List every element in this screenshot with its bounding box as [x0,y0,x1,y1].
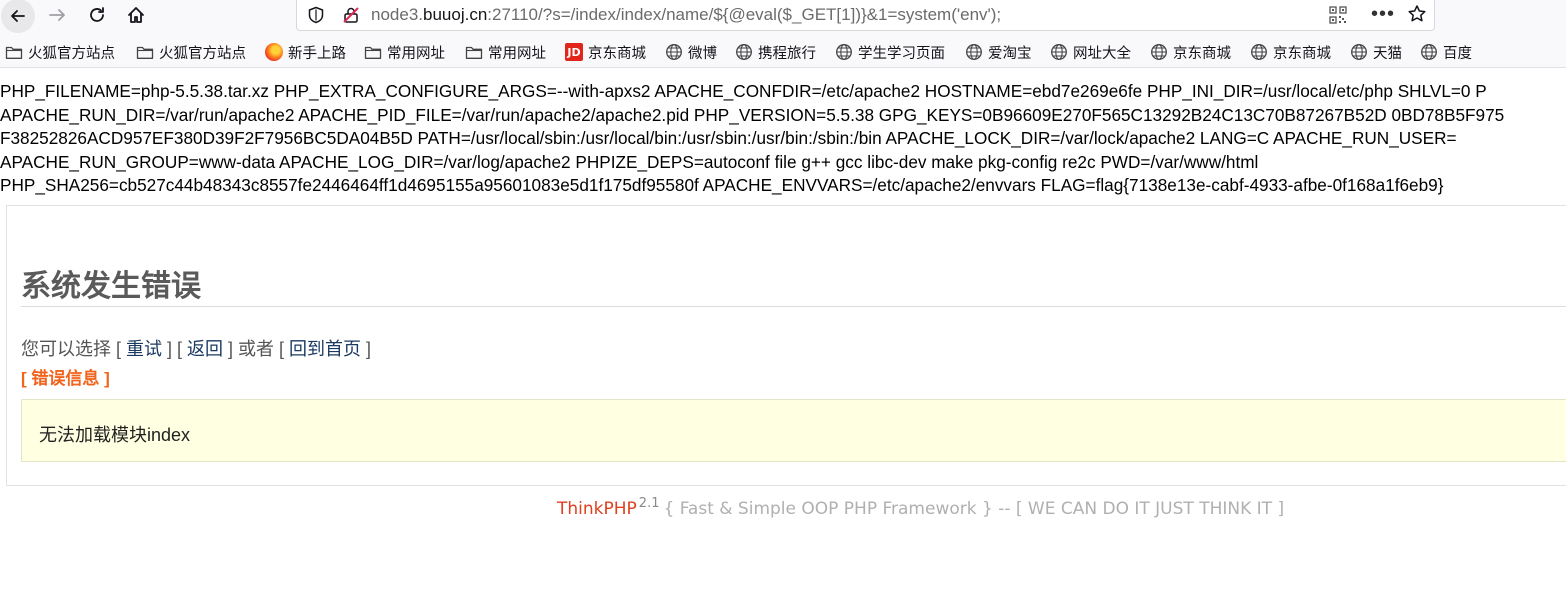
tracking-shield-icon[interactable] [307,6,325,29]
bookmark-label: 火狐官方站点 [28,45,115,62]
env-line: APACHE_RUN_GROUP=www-data APACHE_LOG_DIR… [0,151,1259,172]
bookmark-item[interactable]: 常用网址 [465,42,546,62]
url-prefix: node3. [371,5,423,24]
bookmark-item[interactable]: 火狐官方站点 [136,42,246,62]
back-arrow-icon [1,0,35,33]
bookmark-item[interactable]: 爱淘宝 [965,42,1032,62]
folder-icon [465,44,483,60]
bookmark-item[interactable]: 常用网址 [364,42,445,62]
home-button[interactable] [119,0,153,30]
env-line: PHP_FILENAME=php-5.5.38.tar.xz PHP_EXTRA… [0,81,1487,101]
folder-icon [136,44,154,60]
insecure-lock-icon[interactable] [341,5,361,30]
qr-code-icon[interactable] [1329,6,1347,29]
footer-brand[interactable]: ThinkPHP [557,499,637,519]
env-line: F38252826ACD957EF380D39F2F7956BC5DA04B5D… [0,128,1457,149]
bookmark-label: 京东商城 [1273,45,1331,62]
globe-icon [1420,43,1438,61]
bookmark-item[interactable]: 新手上路 [265,42,346,62]
home-icon [126,5,146,25]
bookmark-label: 爱淘宝 [988,45,1032,62]
bookmark-item[interactable]: 学生学习页面 [835,42,945,62]
reload-icon [87,5,107,25]
home-link[interactable]: 回到首页 [289,339,361,359]
bookmark-item[interactable]: 天猫 [1350,42,1402,62]
url-bar[interactable]: node3.buuoj.cn:27110/?s=/index/index/nam… [296,0,1435,31]
env-line: PHP_SHA256=cb527c44b48343c8557fe2446464f… [0,175,1444,196]
browser-toolbar: node3.buuoj.cn:27110/?s=/index/index/nam… [0,0,1566,36]
globe-icon [1250,43,1268,61]
bookmark-label: 火狐官方站点 [159,45,246,62]
bookmark-label: 京东商城 [1173,45,1231,62]
retry-link[interactable]: 重试 [126,339,162,359]
bookmarks-toolbar: 火狐官方站点 火狐官方站点 新手上路 常用网址 常用网址 JD 京东商城 微博 携程旅行 学生学习… [0,36,1566,68]
bookmark-label: 常用网址 [387,45,445,62]
forward-button[interactable] [40,0,74,30]
bookmark-label: 天猫 [1373,45,1402,62]
folder-icon [364,44,382,60]
divider [21,306,1566,307]
bookmark-label: 京东商城 [588,45,646,62]
bookmark-label: 新手上路 [288,45,346,62]
choices-suffix: ] [361,339,372,359]
globe-icon [835,43,853,61]
url-text[interactable]: node3.buuoj.cn:27110/?s=/index/index/nam… [371,5,1001,25]
bookmark-label: 携程旅行 [758,45,816,62]
bookmark-item[interactable]: 京东商城 [1250,42,1331,62]
bookmark-item[interactable]: 百度 [1420,42,1472,62]
error-info-label: [ 错误信息 ] [21,369,110,388]
jd-badge: JD [565,43,583,61]
bookmark-item[interactable]: JD 京东商城 [565,42,646,62]
footer-version: 2.1 [638,496,660,511]
env-line: APACHE_RUN_DIR=/var/run/apache2 APACHE_P… [0,104,1505,125]
framework-footer: ThinkPHP 2.1{ Fast & Simple OOP PHP Frame… [557,496,1284,519]
bookmark-item[interactable]: 微博 [665,42,717,62]
forward-arrow-icon [47,5,67,25]
choices-sep: ] [ [162,339,188,359]
page-actions-icon[interactable]: ••• [1371,3,1395,26]
error-title: 系统发生错误 [21,270,201,303]
error-choices: 您可以选择 [ 重试 ] [ 返回 ] 或者 [ 回到首页 ] [21,335,371,361]
firefox-icon [265,43,283,61]
bookmark-label: 常用网址 [488,45,546,62]
folder-icon [5,44,23,60]
globe-icon [1050,43,1068,61]
bookmark-label: 学生学习页面 [858,45,945,62]
error-message-box: 无法加载模块index [21,399,1566,462]
bookmark-item[interactable]: 携程旅行 [735,42,816,62]
bookmark-item[interactable]: 京东商城 [1150,42,1231,62]
globe-icon [1150,43,1168,61]
globe-icon [1350,43,1368,61]
back-button[interactable] [0,0,36,34]
env-output: PHP_FILENAME=php-5.5.38.tar.xz PHP_EXTRA… [0,80,1566,198]
choices-prefix: 您可以选择 [ [21,339,127,359]
bookmark-label: 百度 [1443,45,1472,62]
back-link[interactable]: 返回 [187,339,223,359]
bookmark-star-icon[interactable] [1407,4,1427,29]
bookmark-item[interactable]: 网址大全 [1050,42,1131,62]
bookmark-label: 微博 [688,45,717,62]
bookmark-item[interactable]: 火狐官方站点 [5,42,115,62]
footer-tagline: { Fast & Simple OOP PHP Framework } -- [… [663,499,1285,519]
globe-icon [965,43,983,61]
error-message: 无法加载模块index [39,425,191,445]
reload-button[interactable] [80,0,114,30]
url-path: :27110/?s=/index/index/name/${@eval($_GE… [487,5,1002,24]
globe-icon [735,43,753,61]
globe-icon [665,43,683,61]
jd-icon: JD [565,43,583,61]
error-panel: 系统发生错误 您可以选择 [ 重试 ] [ 返回 ] 或者 [ 回到首页 ] [… [6,205,1566,486]
url-host: buuoj.cn [423,5,488,24]
choices-sep: ] 或者 [ [223,339,290,359]
bookmark-label: 网址大全 [1073,45,1131,62]
